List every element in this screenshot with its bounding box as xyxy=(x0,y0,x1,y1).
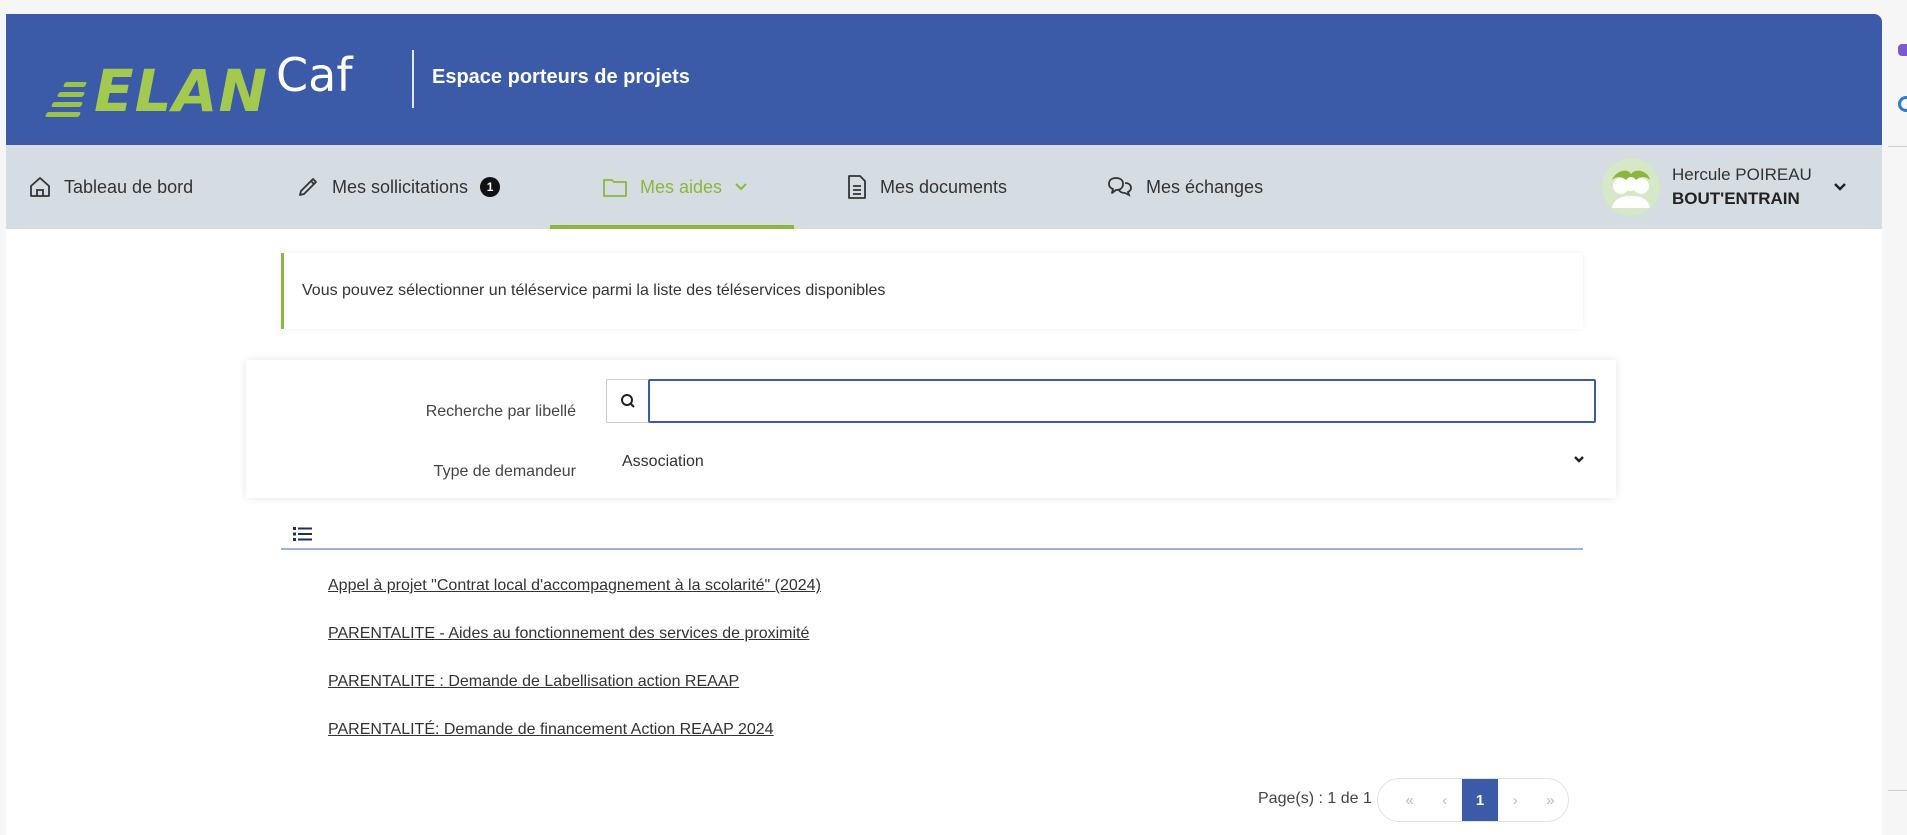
search-panel: Recherche par libellé Type de demandeur … xyxy=(246,360,1616,498)
app-window: ELAN Caf Espace porteurs de projets Tabl… xyxy=(6,14,1882,835)
search-button[interactable] xyxy=(606,379,648,423)
side-settings-icon[interactable] xyxy=(1898,96,1907,112)
teleservice-list: Appel à projet "Contrat local d'accompag… xyxy=(328,562,821,754)
first-page-button[interactable]: « xyxy=(1392,780,1427,820)
main-nav: Tableau de bord Mes sollicitations 1 Mes… xyxy=(6,145,1882,229)
chevron-down-icon xyxy=(735,183,747,191)
search-input[interactable] xyxy=(648,379,1596,423)
pagination-info: Page(s) : 1 de 1 xyxy=(1258,790,1372,807)
organization-name: BOUT'ENTRAIN xyxy=(1672,189,1800,208)
nav-label: Mes échanges xyxy=(1146,176,1264,197)
applicant-type-select[interactable]: Association xyxy=(606,440,1596,484)
selected-value: Association xyxy=(622,453,704,470)
teleservice-link[interactable]: PARENTALITÉ: Demande de financement Acti… xyxy=(328,706,821,754)
teleservice-link[interactable]: PARENTALITE - Aides au fonctionnement de… xyxy=(328,610,821,658)
chevron-down-icon xyxy=(1574,456,1584,463)
side-divider xyxy=(1888,790,1907,791)
side-app-icon[interactable] xyxy=(1898,44,1907,56)
folder-icon xyxy=(603,179,627,197)
user-menu[interactable]: Hercule POIREAU BOUT'ENTRAIN xyxy=(1602,157,1848,217)
home-icon xyxy=(30,177,50,197)
logo-speed-lines xyxy=(44,74,90,120)
teleservice-link[interactable]: PARENTALITE : Demande de Labellisation a… xyxy=(328,658,821,706)
group-avatar-icon xyxy=(1602,158,1660,216)
nav-label: Mes sollicitations xyxy=(332,176,469,197)
page-title: Espace porteurs de projets xyxy=(432,66,690,88)
info-text: Vous pouvez sélectionner un téléservice … xyxy=(302,282,886,299)
avatar xyxy=(1602,158,1660,216)
next-page-button[interactable]: › xyxy=(1498,780,1533,820)
nav-mes-sollicitations[interactable]: Mes sollicitations 1 xyxy=(296,145,501,229)
nav-label: Mes documents xyxy=(880,176,1008,197)
list-icon[interactable] xyxy=(293,526,313,542)
current-page-button[interactable]: 1 xyxy=(1462,779,1498,821)
side-divider xyxy=(1888,146,1907,147)
list-header xyxy=(281,518,1583,550)
search-label: Recherche par libellé xyxy=(425,403,576,420)
document-icon xyxy=(848,175,866,199)
active-tab-indicator xyxy=(550,225,794,229)
search-icon xyxy=(620,394,635,408)
notification-badge: 1 xyxy=(480,177,501,197)
nav-label: Mes aides xyxy=(640,176,723,197)
nav-mes-documents[interactable]: Mes documents xyxy=(846,145,1007,229)
applicant-type-label: Type de demandeur xyxy=(433,463,576,480)
info-message: Vous pouvez sélectionner un téléservice … xyxy=(281,253,1583,329)
chevron-down-icon xyxy=(1833,183,1846,191)
nav-mes-echanges[interactable]: Mes échanges xyxy=(1106,145,1263,229)
chat-icon xyxy=(1108,177,1132,197)
header-divider xyxy=(412,50,414,108)
last-page-button[interactable]: » xyxy=(1533,780,1568,820)
logo-caf: Caf xyxy=(276,48,353,102)
pagination: « ‹ 1 › » xyxy=(1377,778,1569,822)
user-names: Hercule POIREAU BOUT'ENTRAIN xyxy=(1672,163,1812,211)
elan-caf-logo[interactable]: ELAN Caf xyxy=(44,40,353,125)
prev-page-button[interactable]: ‹ xyxy=(1427,780,1462,820)
side-panel-edge xyxy=(1882,0,1907,835)
top-header: ELAN Caf Espace porteurs de projets xyxy=(6,14,1882,145)
logo-elan: ELAN xyxy=(94,57,269,125)
nav-label: Tableau de bord xyxy=(64,176,194,197)
user-name: Hercule POIREAU xyxy=(1672,165,1812,184)
nav-tableau-de-bord[interactable]: Tableau de bord xyxy=(28,145,193,229)
teleservice-link[interactable]: Appel à projet "Contrat local d'accompag… xyxy=(328,562,821,610)
nav-mes-aides[interactable]: Mes aides xyxy=(602,145,748,229)
pen-icon xyxy=(299,178,317,196)
